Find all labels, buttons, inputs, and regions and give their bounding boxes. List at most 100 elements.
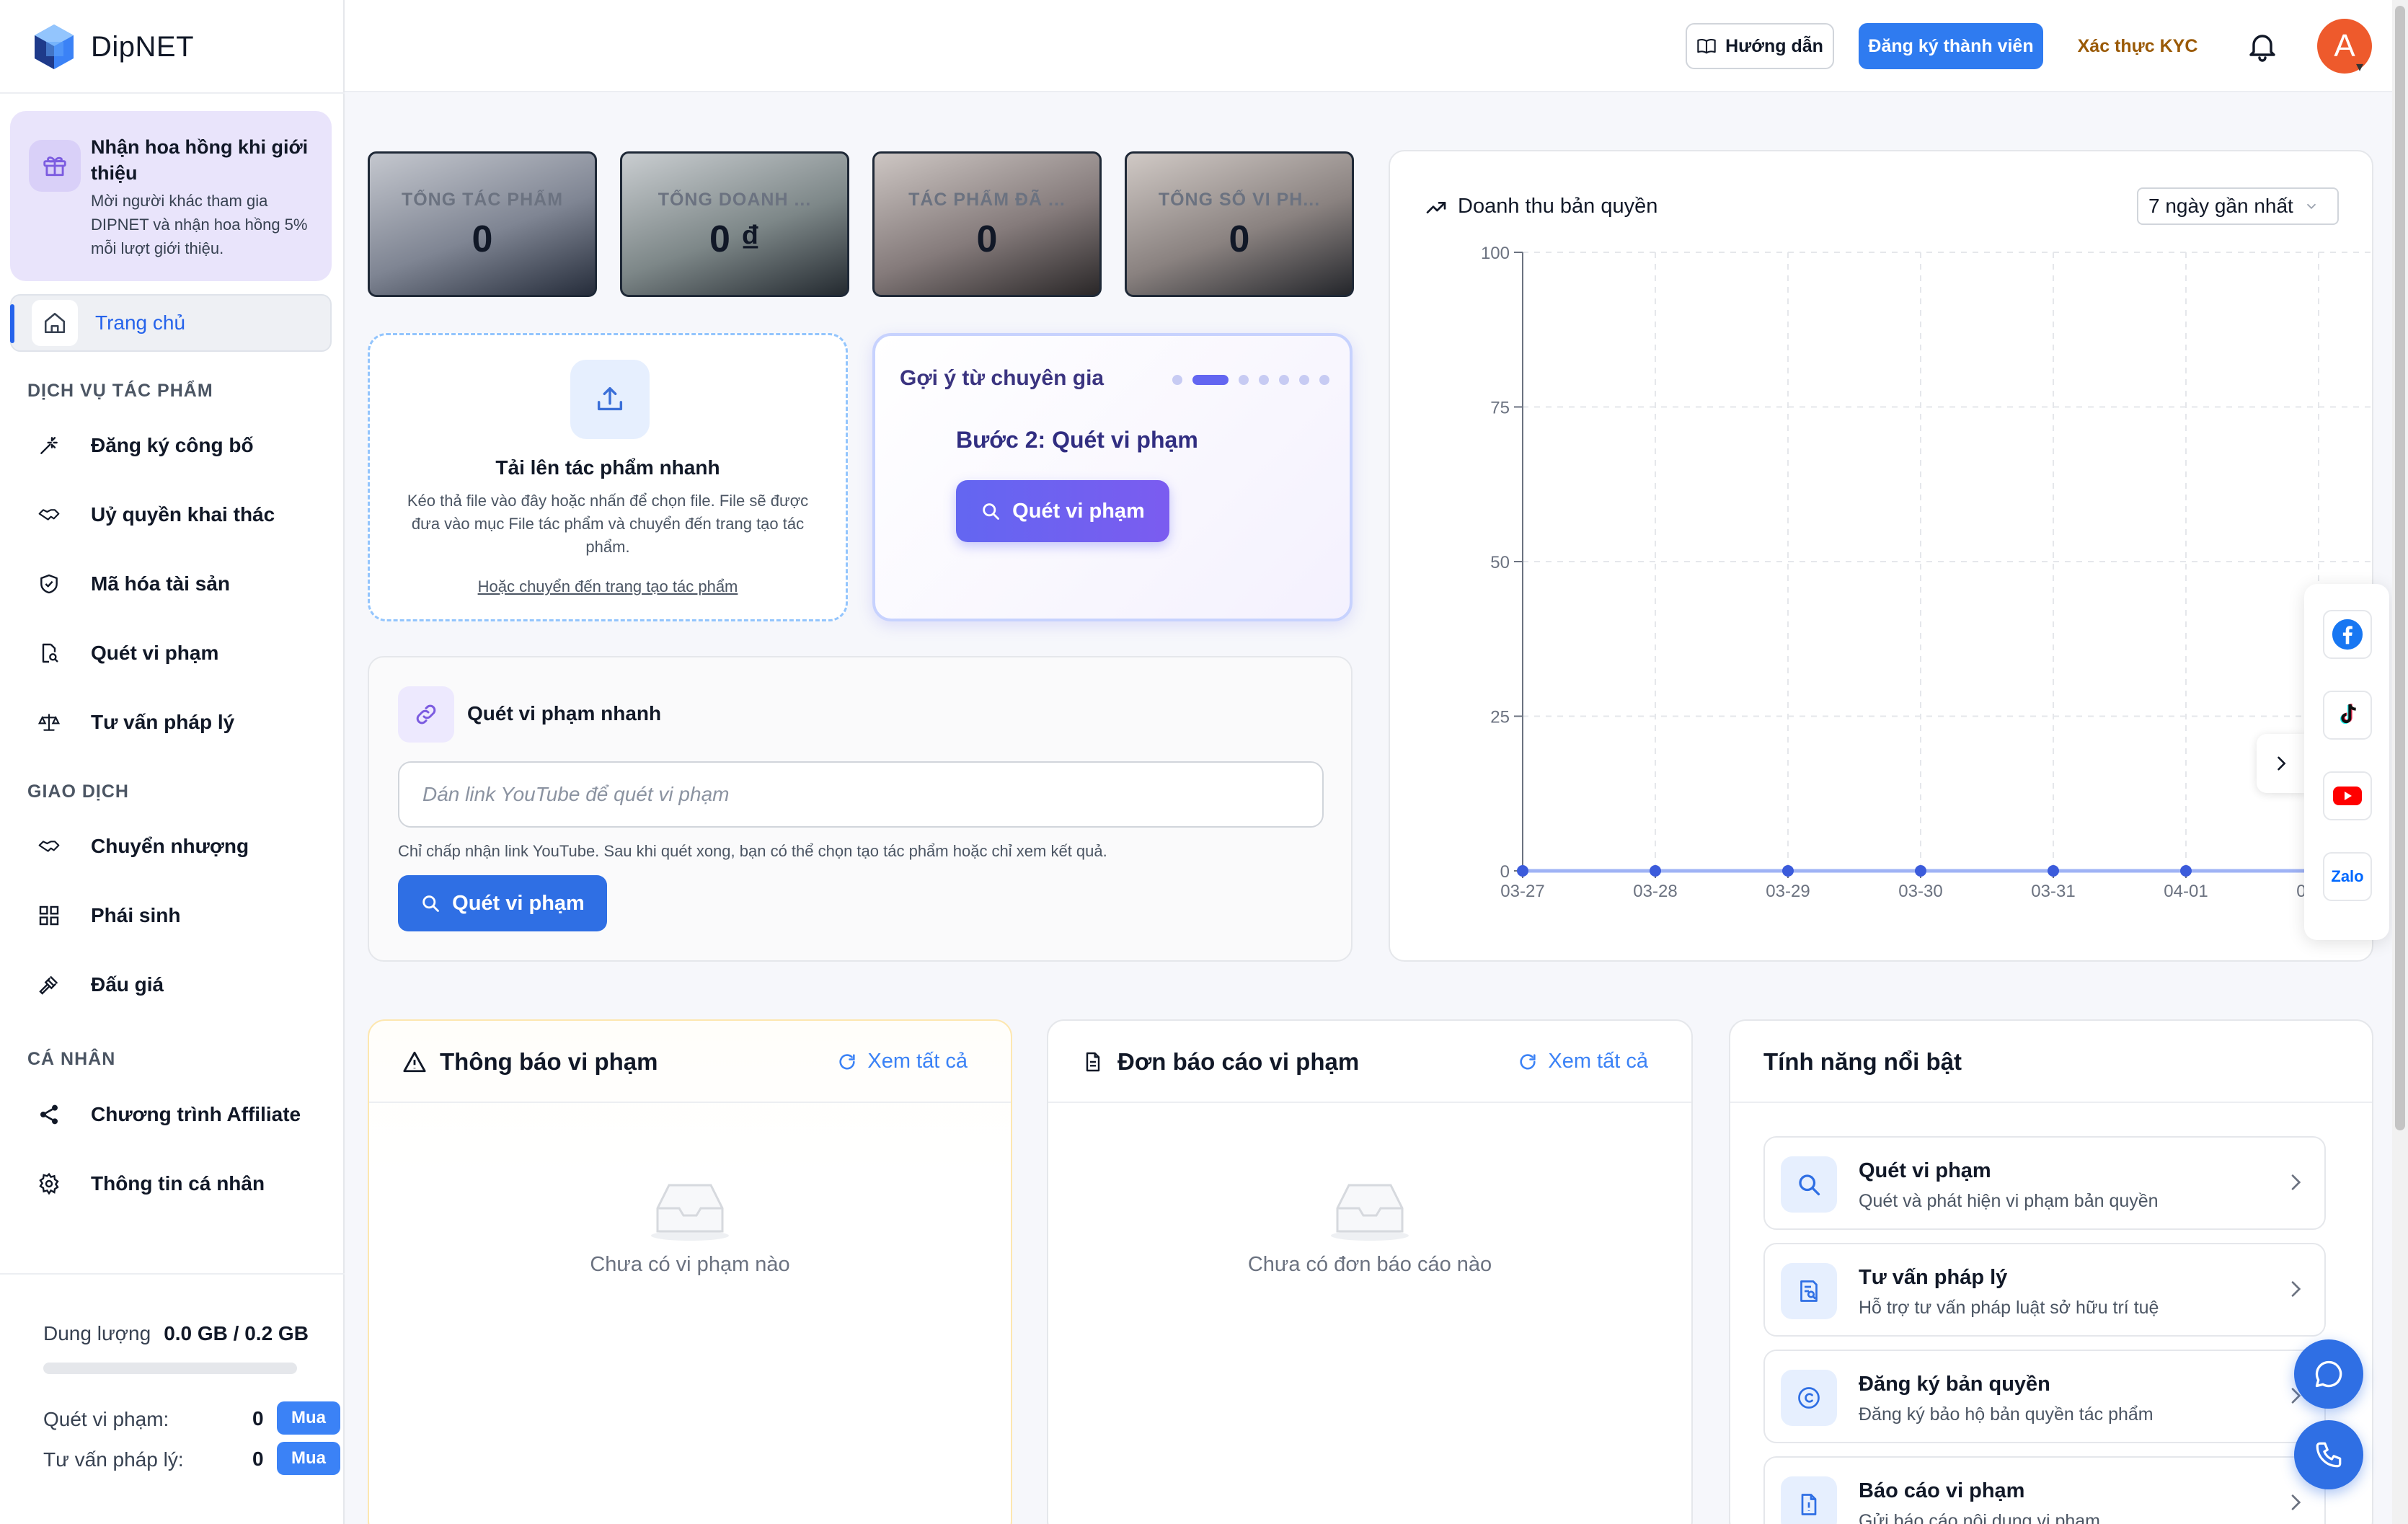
panel-title-row: Tính năng nổi bật (1763, 1048, 1962, 1076)
chat-button[interactable] (2294, 1339, 2363, 1409)
chevron-right-icon (2278, 756, 2286, 771)
stat-title: TỔNG TÁC PHẨM (401, 190, 564, 210)
sidebar-item-label: Chương trình Affiliate (91, 1103, 301, 1125)
grid-icon (27, 894, 71, 937)
youtube-link-input[interactable] (398, 761, 1324, 828)
kyc-button[interactable]: Xác thực KYC (2069, 23, 2206, 69)
scrollbar-thumb[interactable] (2395, 6, 2405, 1130)
create-work-link[interactable]: Hoặc chuyển đến trang tạo tác phẩm (370, 577, 846, 596)
bell-icon[interactable] (2245, 29, 2280, 63)
view-all-reports-link[interactable]: Xem tất cả (1518, 1050, 1648, 1073)
sidebar-item-auction[interactable]: Đấu giá (10, 956, 332, 1014)
register-member-button[interactable]: Đăng ký thành viên (1859, 23, 2043, 69)
sidebar-item-label: Chuyển nhượng (91, 835, 249, 857)
sidebar-item-scan[interactable]: Quét vi phạm (10, 624, 332, 682)
quick-scan-card: Quét vi phạm nhanh Chỉ chấp nhận link Yo… (368, 656, 1353, 962)
sidebar-item-label: Trang chủ (95, 311, 186, 334)
stat-card-total-works: TỔNG TÁC PHẨM 0 (368, 151, 597, 297)
y-tick-label: 0 (1500, 862, 1510, 882)
upload-description: Kéo thả file vào đây hoặc nhấn để chọn f… (407, 492, 809, 556)
sidebar-item-label: Thông tin cá nhân (91, 1172, 265, 1195)
referral-promo-card[interactable]: Nhận hoa hồng khi giới thiệu Mời người k… (10, 111, 332, 281)
feature-description: Gửi báo cáo nội dung vi phạm (1859, 1511, 2100, 1524)
carousel-dot[interactable] (1319, 375, 1329, 385)
chat-icon (2315, 1360, 2342, 1388)
carousel-dot[interactable] (1172, 375, 1182, 385)
legal-document-icon (1781, 1263, 1837, 1319)
sidebar-item-derivative[interactable]: Phái sinh (10, 887, 332, 944)
chevron-down-icon (2306, 203, 2316, 210)
scan-quota-label: Quét vi phạm: (43, 1408, 169, 1430)
gavel-icon (27, 963, 71, 1006)
empty-message: Chưa có đơn báo cáo nào (1247, 1253, 1492, 1276)
quick-scan-button[interactable]: Quét vi phạm (398, 875, 607, 931)
upload-title: Tải lên tác phẩm nhanh (495, 456, 720, 479)
stat-title: TỔNG DOANH ... (658, 190, 812, 210)
scales-icon (27, 701, 71, 744)
phone-button[interactable] (2294, 1420, 2363, 1489)
document-icon (1086, 1052, 1100, 1072)
quick-upload-dropzone[interactable]: Tải lên tác phẩm nhanh Kéo thả file vào … (368, 333, 848, 621)
buy-scan-button[interactable]: Mua (277, 1401, 340, 1435)
avatar[interactable]: A (2317, 19, 2372, 74)
sidebar-item-tokenize[interactable]: Mã hóa tài sản (10, 555, 332, 613)
expert-scan-button[interactable]: Quét vi phạm (956, 480, 1169, 542)
feature-report[interactable]: Báo cáo vi phạm Gửi báo cáo nội dung vi … (1763, 1456, 2326, 1524)
feature-legal[interactable]: Tư vấn pháp lý Hỗ trợ tư vấn pháp luật s… (1763, 1243, 2326, 1337)
book-icon (1697, 39, 1716, 54)
sidebar-item-affiliate[interactable]: Chương trình Affiliate (10, 1086, 332, 1143)
chevron-down-icon: ▾ (2356, 59, 2364, 75)
guide-button[interactable]: Hướng dẫn (1686, 23, 1834, 69)
rail-toggle-button[interactable] (2257, 734, 2306, 793)
sidebar-item-home[interactable]: Trang chủ (10, 294, 332, 352)
tiktok-icon[interactable] (2323, 691, 2372, 740)
carousel-dot-active[interactable] (1192, 375, 1229, 385)
refresh-icon (1520, 1053, 1536, 1070)
sidebar-item-label: Quét vi phạm (91, 642, 219, 664)
feature-description: Hỗ trợ tư vấn pháp luật sở hữu trí tuệ (1859, 1298, 2159, 1318)
buy-legal-button[interactable]: Mua (277, 1442, 340, 1475)
stat-value: 0 (1229, 218, 1250, 260)
sidebar-item-transfer[interactable]: Chuyển nhượng (10, 818, 332, 875)
feature-description: Quét và phát hiện vi phạm bản quyền (1859, 1191, 2159, 1211)
carousel-dot[interactable] (1299, 375, 1309, 385)
gift-icon (29, 140, 81, 192)
x-tick-label: 04-01 (2164, 882, 2208, 901)
panel-title-row: Đơn báo cáo vi phạm (1081, 1048, 1359, 1076)
feature-description: Đăng ký bảo hộ bản quyền tác phẩm (1859, 1404, 2154, 1425)
stat-value: 0 ₫ (709, 218, 761, 260)
carousel-dot[interactable] (1259, 375, 1269, 385)
sidebar-item-legal[interactable]: Tư vấn pháp lý (10, 694, 332, 751)
search-icon (1781, 1156, 1837, 1213)
feature-copyright[interactable]: Đăng ký bản quyền Đăng ký bảo hộ bản quy… (1763, 1350, 2326, 1443)
youtube-icon[interactable] (2323, 771, 2372, 820)
divider (0, 92, 345, 94)
chevron-right-icon (2291, 1281, 2301, 1297)
violation-notifications-panel: Thông báo vi phạm Xem tất cả Chưa có vi … (368, 1019, 1012, 1524)
data-point (1782, 865, 1794, 877)
sidebar-item-authorize[interactable]: Uỷ quyền khai thác (10, 486, 332, 544)
warning-icon (403, 1051, 426, 1073)
violation-reports-panel: Đơn báo cáo vi phạm Xem tất cả Chưa có đ… (1047, 1019, 1693, 1524)
date-range-select[interactable]: 7 ngày gần nhất (2137, 187, 2339, 225)
zalo-icon[interactable]: Zalo (2323, 852, 2372, 901)
feature-title: Quét vi phạm (1859, 1159, 1991, 1182)
storage-value: 0.0 GB / 0.2 GB (164, 1322, 309, 1344)
carousel-dot[interactable] (1279, 375, 1289, 385)
sparkle-icon (27, 424, 71, 467)
view-all-violations-link[interactable]: Xem tất cả (837, 1050, 968, 1073)
facebook-icon[interactable] (2323, 610, 2372, 659)
feature-scan[interactable]: Quét vi phạm Quét và phát hiện vi phạm b… (1763, 1136, 2326, 1230)
carousel-dot[interactable] (1239, 375, 1249, 385)
phone-icon (2316, 1442, 2342, 1468)
logo[interactable]: DipNET (32, 22, 194, 72)
expert-tips-card: Gợi ý từ chuyên gia Bước 2: Quét vi phạm… (872, 333, 1353, 621)
sidebar-item-label: Uỷ quyền khai thác (91, 503, 275, 526)
section-title-trade: GIAO DỊCH (27, 781, 129, 802)
guide-label: Hướng dẫn (1725, 35, 1823, 56)
trending-up-icon (1425, 196, 1448, 219)
sidebar-item-label: Đăng ký công bố (91, 434, 254, 456)
legal-quota-value: 0 (252, 1448, 264, 1470)
sidebar-item-profile[interactable]: Thông tin cá nhân (10, 1155, 332, 1213)
sidebar-item-register-publish[interactable]: Đăng ký công bố (10, 417, 332, 474)
